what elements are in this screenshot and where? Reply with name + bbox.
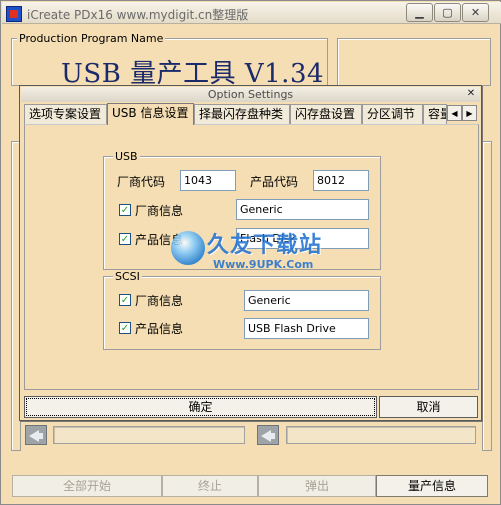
tab-project-settings[interactable]: 选项专案设置 (24, 104, 107, 124)
progress-slot-2 (286, 426, 476, 444)
maximize-icon: ▢ (442, 6, 453, 19)
usb-product-code-input[interactable] (313, 170, 369, 191)
progress-slot-1 (53, 426, 245, 444)
production-info-button[interactable]: 量产信息 (376, 475, 488, 497)
scsi-section-label: SCSI (113, 270, 142, 283)
tab-flash-type[interactable]: 择最闪存盘种类 (194, 104, 290, 124)
watermark-url: Www.9UPK.Com (213, 258, 314, 271)
eject-button[interactable]: 弹出 (258, 475, 376, 497)
dialog-close-button[interactable]: ✕ (465, 88, 477, 99)
tab-flash-settings[interactable]: 闪存盘设置 (290, 104, 362, 124)
usb-vendor-info-label: 厂商信息 (135, 204, 184, 218)
left-arrow-button-2[interactable] (257, 425, 279, 445)
check-icon: ✓ (120, 234, 130, 245)
caret-left-icon: ◀ (451, 109, 458, 118)
maximize-button[interactable]: ▢ (434, 3, 461, 22)
cancel-button[interactable]: 取消 (379, 396, 478, 418)
check-icon: ✓ (120, 295, 130, 306)
usb-vendor-code-input[interactable] (180, 170, 236, 191)
tab-scroll-right[interactable]: ▶ (462, 105, 477, 121)
check-icon: ✓ (120, 323, 130, 334)
usb-vendor-code-label: 厂商代码 (117, 175, 166, 189)
close-icon: ✕ (470, 6, 481, 19)
scsi-vendor-info-label: 厂商信息 (135, 294, 184, 308)
tab-capacity[interactable]: 容量 (423, 104, 447, 124)
arrow-left-icon (261, 430, 275, 442)
scsi-product-info-label: 产品信息 (135, 322, 184, 336)
usb-vendor-info-input[interactable] (236, 199, 369, 220)
scsi-vendor-info-input[interactable] (244, 290, 369, 311)
minimize-icon: ▁ (415, 6, 424, 19)
stop-button[interactable]: 终止 (162, 475, 258, 497)
usb-vendor-info-checkbox[interactable]: ✓ (119, 204, 131, 216)
arrow-left-icon (29, 430, 43, 442)
usb-product-info-checkbox[interactable]: ✓ (119, 233, 131, 245)
watermark-logo-icon (171, 231, 205, 265)
left-arrow-button-1[interactable] (25, 425, 47, 445)
side-group (337, 38, 491, 86)
program-name-label: Production Program Name (17, 32, 166, 45)
window-title: iCreate PDx16 www.mydigit.cn整理版 (27, 8, 249, 22)
caret-right-icon: ▶ (466, 109, 473, 118)
tab-partition[interactable]: 分区调节 (362, 104, 423, 124)
scsi-product-info-checkbox[interactable]: ✓ (119, 322, 131, 334)
app-icon (6, 6, 22, 22)
watermark-brand: 久友下载站 (207, 233, 323, 258)
tab-scroll-left[interactable]: ◀ (447, 105, 462, 121)
scsi-product-info-input[interactable] (244, 318, 369, 339)
dialog-title: Option Settings (21, 87, 480, 102)
usb-section-label: USB (113, 150, 140, 163)
check-icon: ✓ (120, 205, 130, 216)
usb-product-code-label: 产品代码 (250, 175, 299, 189)
title-bar[interactable]: iCreate PDx16 www.mydigit.cn整理版 ▁ ▢ ✕ (2, 2, 501, 24)
start-all-button[interactable]: 全部开始 (12, 475, 162, 497)
main-window: iCreate PDx16 www.mydigit.cn整理版 ▁ ▢ ✕ Pr… (0, 0, 501, 505)
close-button[interactable]: ✕ (462, 3, 489, 22)
minimize-button[interactable]: ▁ (406, 3, 433, 22)
tab-usb-info[interactable]: USB 信息设置 (107, 103, 194, 125)
watermark: 久友下载站 Www.9UPK.Com (171, 225, 341, 275)
close-icon: ✕ (466, 88, 476, 99)
right-panel-edge (482, 141, 492, 451)
ok-button[interactable]: 确定 (24, 396, 377, 418)
scsi-vendor-info-checkbox[interactable]: ✓ (119, 294, 131, 306)
tab-strip: 选项专案设置 USB 信息设置 择最闪存盘种类 闪存盘设置 分区调节 容量 ◀ … (24, 103, 478, 125)
